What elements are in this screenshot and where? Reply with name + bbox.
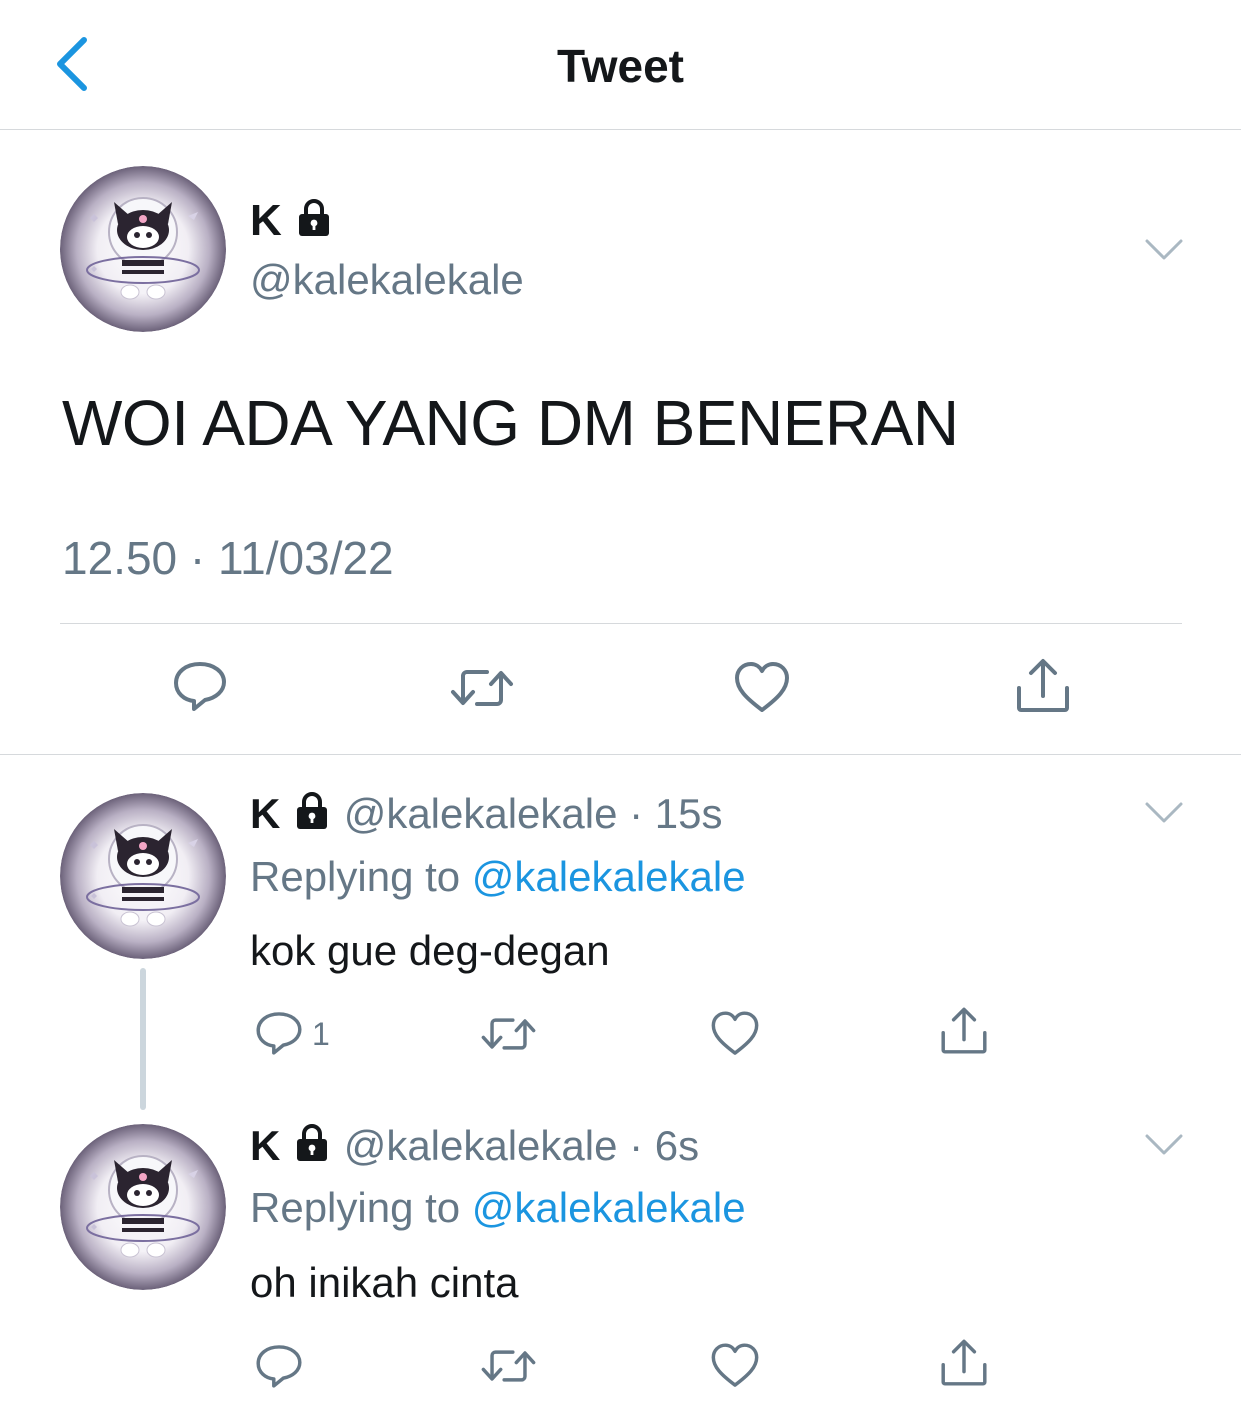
tweet-divider [60, 623, 1182, 624]
reply-avatar[interactable] [60, 1124, 226, 1290]
chevron-down-icon[interactable] [1144, 801, 1184, 825]
avatar[interactable] [60, 166, 226, 332]
replying-to: Replying to @kalekalekale [250, 851, 746, 903]
heart-icon [709, 1340, 761, 1392]
reply-time: · 15s [629, 790, 723, 837]
retweet-button[interactable] [478, 1008, 539, 1060]
reply-header: K @kalekalekale · 6s [250, 1120, 699, 1172]
share-button[interactable] [1013, 656, 1073, 716]
header-divider [0, 129, 1241, 130]
lock-icon [292, 791, 332, 831]
reply-avatar[interactable] [60, 793, 226, 959]
reply-icon [253, 1340, 305, 1392]
reply-time: · 6s [629, 1122, 700, 1169]
retweet-button[interactable] [478, 1340, 539, 1392]
author-handle[interactable]: @kalekalekale [250, 254, 524, 306]
reply-text: oh inikah cinta [250, 1259, 519, 1306]
retweet-icon [447, 658, 517, 718]
replying-to: Replying to @kalekalekale [250, 1182, 746, 1234]
reply-button[interactable] [253, 1007, 305, 1059]
lock-icon [294, 198, 334, 238]
retweet-icon [478, 1340, 539, 1392]
author-name[interactable]: K [250, 195, 334, 247]
retweet-icon [478, 1008, 539, 1060]
share-icon [938, 1005, 990, 1057]
reply-author-handle[interactable]: @kalekalekale [344, 790, 618, 837]
share-button[interactable] [938, 1337, 990, 1389]
share-icon [938, 1337, 990, 1389]
share-button[interactable] [938, 1005, 990, 1057]
share-icon [1013, 656, 1073, 716]
lock-icon [292, 1123, 332, 1163]
retweet-button[interactable] [447, 658, 517, 718]
heart-icon [709, 1008, 761, 1060]
heart-icon [732, 658, 792, 718]
author-name-text: K [250, 196, 282, 245]
section-divider [0, 754, 1241, 755]
reply-author-handle[interactable]: @kalekalekale [344, 1122, 618, 1169]
reply-author-name[interactable]: K [250, 1122, 280, 1169]
reply-icon [170, 656, 230, 716]
tweet-timestamp: 12.50 · 11/03/22 [62, 532, 394, 584]
replying-to-label: Replying to [250, 853, 472, 900]
chevron-down-icon[interactable] [1144, 238, 1184, 262]
replying-to-mention[interactable]: @kalekalekale [472, 1184, 746, 1231]
reply-icon [253, 1007, 305, 1059]
reply-button[interactable] [170, 656, 230, 716]
tweet-text: WOI ADA YANG DM BENERAN [62, 387, 959, 459]
thread-line [140, 968, 146, 1110]
replying-to-mention[interactable]: @kalekalekale [472, 853, 746, 900]
chevron-down-icon[interactable] [1144, 1133, 1184, 1157]
like-button[interactable] [732, 658, 792, 718]
reply-button[interactable] [253, 1340, 305, 1392]
reply-author-name[interactable]: K [250, 790, 280, 837]
reply-text: kok gue deg-degan [250, 927, 610, 974]
reply-count: 1 [312, 1016, 330, 1052]
page-title: Tweet [557, 40, 684, 92]
reply-header: K @kalekalekale · 15s [250, 788, 723, 840]
like-button[interactable] [709, 1008, 761, 1060]
replying-to-label: Replying to [250, 1184, 472, 1231]
like-button[interactable] [709, 1340, 761, 1392]
